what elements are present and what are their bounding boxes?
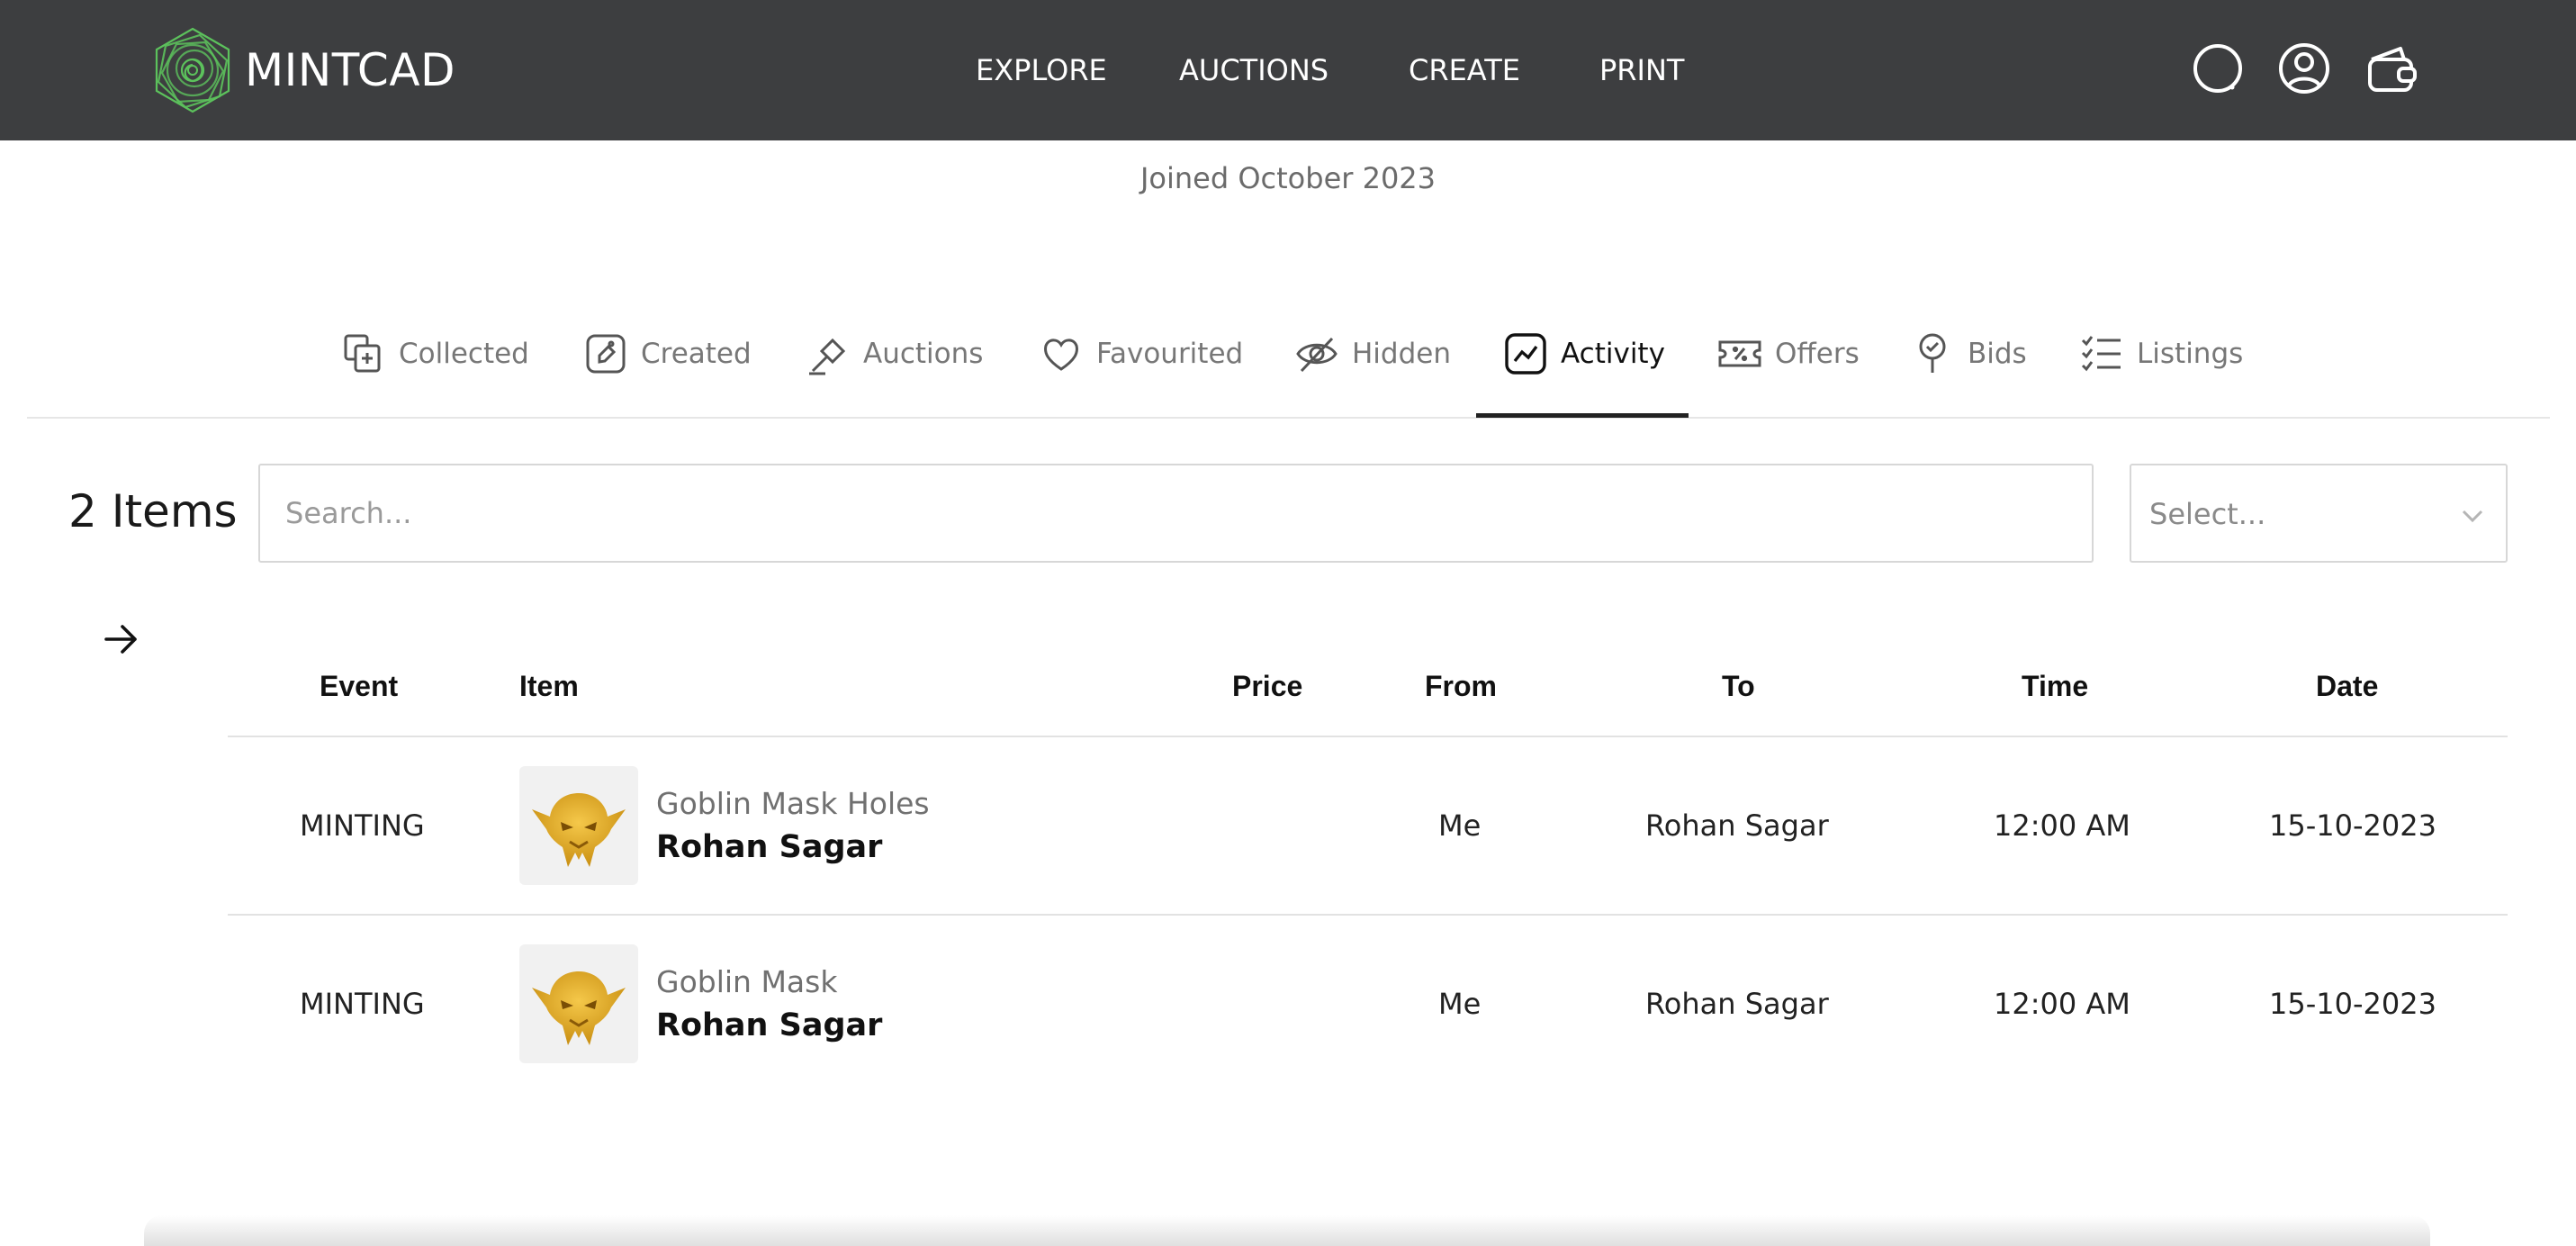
time-cell: 12:00 AM: [1994, 808, 2130, 843]
column-header-to: To: [1722, 670, 1755, 702]
mintcad-logo-icon: [155, 27, 230, 113]
date-cell: 15-10-2023: [2269, 987, 2436, 1021]
tab-created[interactable]: Created: [583, 328, 752, 418]
tab-bids[interactable]: Bids: [1910, 328, 2027, 418]
heart-icon: [1039, 331, 1084, 376]
active-tab-indicator: [1476, 413, 1689, 418]
tab-label: Created: [641, 338, 752, 370]
tab-listings[interactable]: Listings: [2079, 328, 2243, 418]
tab-offers[interactable]: Offers: [1717, 328, 1860, 418]
tab-label: Offers: [1775, 338, 1860, 370]
joined-date: Joined October 2023: [1139, 161, 1437, 195]
chevron-down-icon: [2459, 505, 2486, 527]
eye-off-icon: [1294, 331, 1339, 376]
tab-label: Bids: [1968, 338, 2027, 370]
brand-name: MINTCAD: [245, 44, 456, 96]
activity-icon: [1503, 331, 1548, 376]
tab-collected[interactable]: Collected: [341, 328, 529, 418]
ticket-icon: [1717, 331, 1762, 376]
tab-auctions[interactable]: Auctions: [806, 328, 983, 418]
column-header-from: From: [1425, 670, 1497, 702]
column-header-price: Price: [1232, 670, 1303, 702]
tabs-divider: [27, 417, 2550, 419]
event-cell: MINTING: [300, 808, 425, 843]
item-thumbnail[interactable]: [519, 766, 638, 885]
item-thumbnail[interactable]: [519, 944, 638, 1063]
tab-label: Hidden: [1352, 338, 1451, 370]
gavel-icon: [806, 331, 851, 376]
search-icon[interactable]: [2191, 40, 2245, 97]
items-count: 2 Items: [68, 485, 238, 537]
wallet-icon[interactable]: [2364, 40, 2418, 97]
time-cell: 12:00 AM: [1994, 987, 2130, 1021]
header-divider: [228, 736, 2508, 737]
tab-label: Collected: [399, 338, 529, 370]
goblin-mask-icon: [532, 793, 626, 867]
tab-favourited[interactable]: Favourited: [1039, 328, 1243, 418]
top-navbar: MINTCAD EXPLORE AUCTIONS CREATE PRINT: [0, 0, 2576, 140]
item-name[interactable]: Goblin Mask: [656, 962, 837, 1002]
nav-print[interactable]: PRINT: [1599, 50, 1684, 90]
checklist-icon: [2079, 331, 2124, 376]
column-header-item: Item: [519, 670, 579, 702]
user-icon[interactable]: [2277, 40, 2331, 97]
item-owner[interactable]: Rohan Sagar: [656, 1006, 882, 1045]
row-divider: [228, 914, 2508, 916]
column-header-date: Date: [2316, 670, 2379, 702]
tab-label: Activity: [1561, 338, 1665, 370]
tab-activity[interactable]: Activity: [1503, 328, 1665, 418]
from-cell: Me: [1438, 987, 1482, 1021]
tab-label: Auctions: [863, 338, 984, 370]
column-header-event: Event: [320, 670, 399, 702]
tab-hidden[interactable]: Hidden: [1294, 328, 1451, 418]
arrow-right-icon[interactable]: [101, 619, 140, 659]
tab-label: Listings: [2137, 338, 2244, 370]
search-input[interactable]: [260, 465, 2092, 561]
created-icon: [583, 331, 628, 376]
filter-select[interactable]: Select...: [2130, 464, 2508, 563]
nav-explore[interactable]: EXPLORE: [976, 50, 1107, 90]
collected-icon: [341, 331, 386, 376]
to-cell[interactable]: Rohan Sagar: [1645, 806, 1829, 845]
event-cell: MINTING: [300, 987, 425, 1021]
column-header-time: Time: [2022, 670, 2089, 702]
nav-auctions[interactable]: AUCTIONS: [1179, 50, 1329, 90]
search-field[interactable]: [258, 464, 2094, 563]
brand[interactable]: MINTCAD: [153, 25, 455, 115]
goblin-mask-icon: [532, 971, 626, 1045]
select-placeholder: Select...: [2149, 497, 2266, 531]
from-cell: Me: [1438, 808, 1482, 843]
item-name[interactable]: Goblin Mask Holes: [656, 784, 930, 824]
nav-create[interactable]: CREATE: [1409, 50, 1520, 90]
bid-icon: [1910, 331, 1955, 376]
tab-label: Favourited: [1096, 338, 1244, 370]
item-owner[interactable]: Rohan Sagar: [656, 827, 882, 867]
footer-shadow: [144, 1215, 2430, 1246]
date-cell: 15-10-2023: [2269, 808, 2436, 843]
to-cell[interactable]: Rohan Sagar: [1645, 984, 1829, 1024]
